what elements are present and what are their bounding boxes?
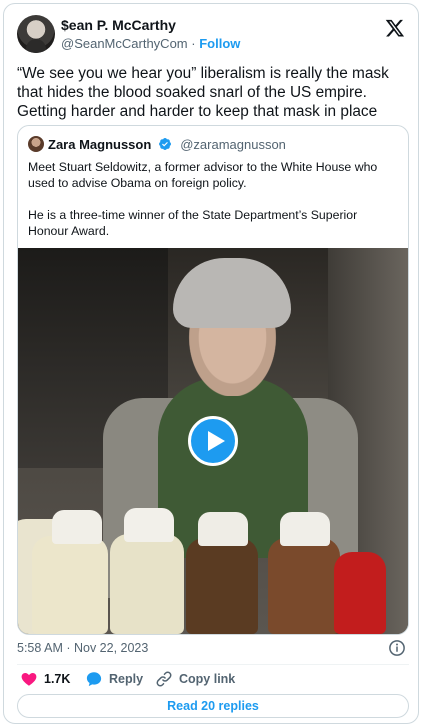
tweet-text: “We see you we hear you” liberalism is r… — [17, 65, 389, 120]
like-count: 1.7K — [44, 672, 71, 686]
read-replies-button[interactable]: Read 20 replies — [17, 694, 409, 718]
video-bottle-brown — [186, 538, 258, 634]
quoted-tweet[interactable]: Zara Magnusson @zaramagnusson Meet Stuar… — [17, 125, 409, 635]
video-bottle-white — [110, 534, 184, 634]
video-bottle-cap — [52, 510, 102, 544]
quoted-avatar — [28, 136, 44, 152]
info-icon[interactable] — [388, 639, 406, 657]
play-button[interactable] — [188, 416, 238, 466]
link-icon — [156, 671, 172, 687]
author-avatar[interactable] — [17, 15, 55, 53]
verified-badge-icon — [158, 138, 171, 150]
author-handle-row: @SeanMcCarthyCom · Follow — [61, 36, 240, 51]
heart-icon — [21, 673, 37, 686]
divider — [17, 664, 409, 665]
action-bar: 1.7K Reply Copy link — [17, 668, 409, 690]
video-bottle-cap — [198, 512, 248, 546]
like-button[interactable]: 1.7K — [20, 668, 70, 690]
author-name[interactable]: $ean P. McCarthy — [61, 17, 176, 33]
copy-link-label: Copy link — [179, 672, 236, 686]
tweet-embed-card: $ean P. McCarthy @SeanMcCarthyCom · Foll… — [3, 3, 419, 724]
follow-button[interactable]: Follow — [199, 36, 240, 51]
video-bottle-cap — [280, 512, 330, 546]
video-bottle-white — [32, 536, 108, 634]
reply-button[interactable]: Reply — [85, 668, 143, 690]
reply-bubble-icon — [86, 672, 102, 687]
copy-link-button[interactable]: Copy link — [155, 668, 235, 690]
video-bottle-red — [334, 552, 386, 634]
video-bottle-brown — [268, 538, 340, 634]
tweet-timestamp[interactable]: 5:58 AM · Nov 22, 2023 — [17, 641, 148, 655]
tweet-header: $ean P. McCarthy @SeanMcCarthyCom · Foll… — [17, 15, 407, 55]
x-logo-icon[interactable] — [385, 18, 405, 38]
quoted-paragraph: He is a three-time winner of the State D… — [28, 208, 358, 238]
quoted-text: Meet Stuart Seldowitz, a former advisor … — [28, 159, 400, 239]
separator-dot: · — [191, 36, 196, 51]
quoted-header: Zara Magnusson @zaramagnusson — [28, 136, 286, 154]
video-bottle-cap — [124, 508, 174, 542]
quoted-handle: @zaramagnusson — [180, 137, 286, 152]
quoted-paragraph: Meet Stuart Seldowitz, a former advisor … — [28, 160, 378, 190]
reply-label: Reply — [109, 672, 144, 686]
author-handle[interactable]: @SeanMcCarthyCom — [61, 36, 188, 51]
video-player[interactable] — [18, 248, 408, 634]
quoted-name: Zara Magnusson — [48, 137, 152, 152]
